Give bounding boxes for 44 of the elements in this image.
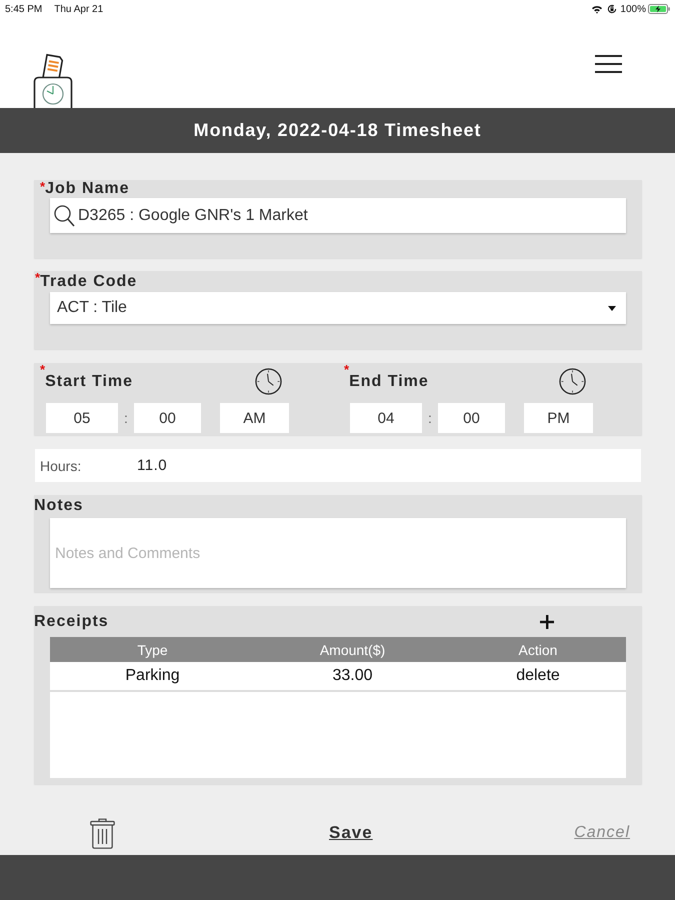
field-label: Job Name (45, 180, 130, 198)
clock-icon[interactable] (255, 368, 282, 395)
battery-icon (648, 4, 670, 14)
menu-icon[interactable] (595, 55, 622, 73)
period-field[interactable]: AM (220, 403, 289, 433)
delete-link[interactable]: delete (516, 667, 560, 684)
search-icon (54, 204, 75, 226)
hours-label: Hours: (40, 458, 82, 474)
status-time: 5:45 PM (5, 4, 42, 14)
wifi-icon (591, 4, 604, 14)
minute-field[interactable]: 00 (438, 403, 505, 433)
required-asterisk: * (35, 270, 40, 285)
status-date: Thu Apr 21 (54, 4, 104, 14)
hour-field[interactable]: 05 (46, 403, 118, 433)
field-label: Notes (34, 497, 84, 515)
page-title: Monday, 2022-04-18 Timesheet (194, 120, 482, 141)
field-label: Trade Code (40, 272, 138, 290)
field-label: End Time (349, 372, 429, 390)
required-asterisk: * (40, 362, 46, 377)
period-field[interactable]: PM (524, 403, 593, 433)
column-header: Action (518, 642, 558, 658)
trade-code-select[interactable]: ACT : Tile (50, 292, 626, 324)
job-name-field[interactable]: D3265 : Google GNR's 1 Market (50, 198, 626, 233)
hours-value: 11.0 (137, 457, 168, 474)
minute-field[interactable]: 00 (134, 403, 201, 433)
table-cell: 33.00 (332, 667, 373, 684)
column-header: Type (136, 642, 169, 658)
clock-icon[interactable] (559, 368, 586, 395)
rotation-lock-icon (607, 4, 618, 14)
plus-icon[interactable] (540, 614, 554, 628)
battery-percent: 100% (620, 4, 646, 14)
time-clock-logo (33, 53, 73, 108)
column-header: Amount($) (318, 642, 386, 658)
required-asterisk: * (40, 179, 46, 194)
trash-icon[interactable] (90, 818, 115, 848)
save-link[interactable]: Save (329, 823, 373, 843)
field-label: Start Time (45, 372, 134, 390)
time-separator: : (427, 409, 433, 428)
caret-icon (608, 306, 616, 310)
required-asterisk: * (344, 362, 350, 377)
table-cell: Parking (125, 667, 180, 684)
hour-field[interactable]: 04 (350, 403, 422, 433)
time-separator: : (123, 409, 129, 428)
section-label: Receipts (34, 612, 109, 630)
